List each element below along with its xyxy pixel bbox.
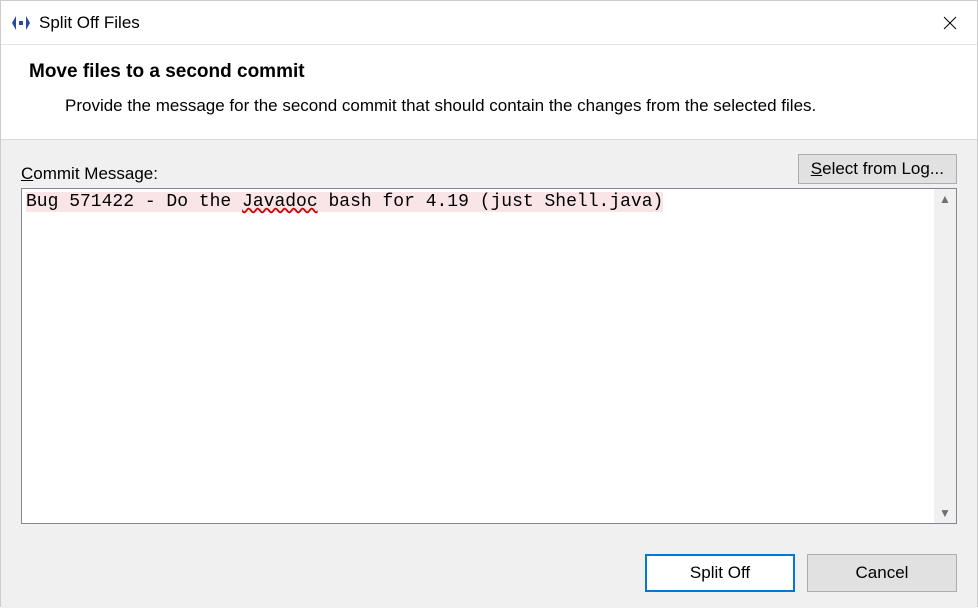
cancel-button[interactable]: Cancel — [807, 554, 957, 592]
dialog-body: Commit Message: Select from Log... Bug 5… — [1, 139, 977, 538]
commit-text-segment: bash for 4.19 (just Shell.java) — [318, 192, 664, 212]
select-from-log-rest: elect from Log... — [822, 159, 944, 178]
commit-message-input[interactable]: Bug 571422 - Do the Javadoc bash for 4.1… — [22, 189, 934, 523]
commit-text-segment: Bug 571422 - Do the — [26, 192, 242, 212]
commit-text-misspelled: Javadoc — [242, 192, 318, 212]
split-off-button[interactable]: Split Off — [645, 554, 795, 592]
commit-message-label: Commit Message: — [21, 164, 158, 184]
close-icon — [943, 16, 957, 30]
close-button[interactable] — [927, 6, 973, 40]
select-from-log-mnemonic: S — [811, 159, 822, 178]
titlebar: Split Off Files — [1, 1, 977, 45]
window-title: Split Off Files — [39, 13, 927, 33]
commit-message-editor-wrap: Bug 571422 - Do the Javadoc bash for 4.1… — [21, 188, 957, 524]
scrollbar[interactable]: ▲ ▼ — [934, 189, 956, 523]
app-icon — [11, 13, 31, 33]
commit-message-header-row: Commit Message: Select from Log... — [21, 154, 957, 184]
dialog-description: Provide the message for the second commi… — [65, 93, 949, 119]
select-from-log-button[interactable]: Select from Log... — [798, 154, 957, 184]
dialog-button-row: Split Off Cancel — [1, 538, 977, 608]
dialog-heading: Move files to a second commit — [29, 61, 949, 83]
scroll-up-icon[interactable]: ▲ — [939, 193, 951, 205]
dialog-content: Move files to a second commit Provide th… — [1, 45, 977, 608]
scroll-down-icon[interactable]: ▼ — [939, 507, 951, 519]
dialog-header: Move files to a second commit Provide th… — [1, 45, 977, 139]
